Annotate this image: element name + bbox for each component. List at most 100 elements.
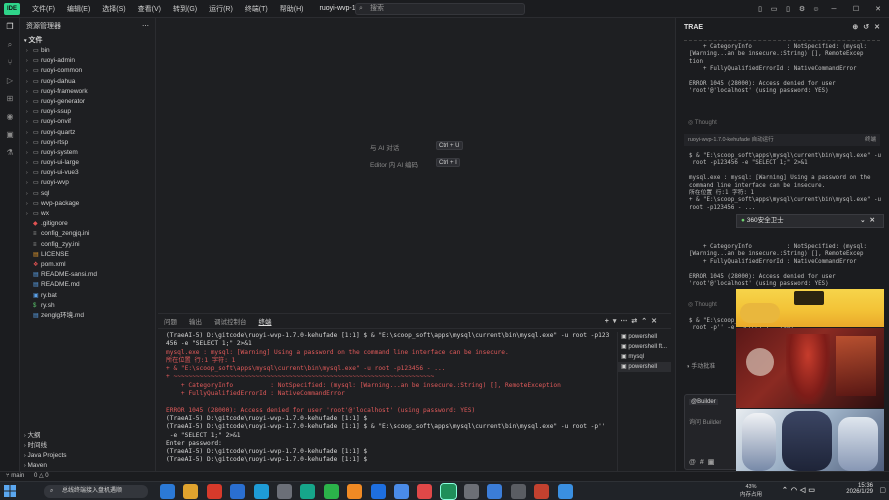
folder-item[interactable]: › ▭ ruoyi-wvp (20, 178, 155, 188)
outline-section[interactable]: › 大纲 (20, 431, 156, 441)
game-ad-image[interactable] (736, 328, 884, 408)
toggle-panel-icon[interactable]: ▭ (767, 5, 781, 13)
run-debug-icon[interactable]: ▷ (0, 72, 20, 90)
explorer-icon[interactable]: ❐ (0, 18, 20, 36)
new-terminal-icon[interactable]: + (605, 318, 613, 325)
builder-chip[interactable]: @Builder (689, 399, 718, 405)
toggle-sidebar-icon[interactable]: ▯ (753, 5, 767, 13)
folder-item[interactable]: › ▭ ruoyi-ssup (20, 107, 155, 117)
tab-terminal[interactable]: 终端 (253, 316, 278, 326)
windows-start-icon[interactable] (4, 485, 16, 497)
tab-output[interactable]: 输出 (183, 316, 208, 326)
app-icon[interactable] (230, 484, 246, 499)
file-item[interactable]: $ ry.sh (20, 301, 155, 311)
file-item[interactable]: ≡ config_zengjq.ini (20, 229, 155, 239)
thought-label[interactable]: ◎ Thought (688, 119, 717, 126)
anime-ad-image[interactable] (736, 409, 884, 475)
command-search[interactable]: ⌕ 搜索 (355, 3, 525, 15)
tab-problems[interactable]: 问题 (158, 316, 183, 326)
app-icon[interactable] (370, 484, 386, 499)
close-icon[interactable]: ✕ (870, 217, 879, 224)
file-item[interactable]: ▤ LICENSE (20, 250, 155, 260)
app-icon[interactable] (464, 484, 480, 499)
folder-item[interactable]: › ▭ wx (20, 209, 155, 219)
java-projects-section[interactable]: › Java Projects (20, 451, 156, 461)
folder-item[interactable]: › ▭ ruoyi-onvif (20, 117, 155, 127)
app-icon[interactable] (393, 484, 409, 499)
history-icon[interactable]: ↺ (863, 24, 874, 31)
more-icon[interactable]: ⋯ (142, 18, 149, 36)
image-icon[interactable]: ▣ (708, 459, 719, 466)
folder-item[interactable]: › ▭ ruoyi-admin (20, 56, 155, 66)
battery-icon[interactable]: ▭ (808, 487, 818, 494)
problems-indicator[interactable]: 0 △ 0 (26, 473, 49, 479)
branch-icon[interactable]: ⑂ (0, 473, 10, 479)
chevron-down-icon[interactable]: ⌄ (860, 217, 869, 224)
notification-icon[interactable]: ▢ (879, 486, 886, 494)
new-chat-icon[interactable]: ⊕ (852, 24, 863, 31)
folder-item[interactable]: › ▭ wvp-package (20, 199, 155, 209)
maven-section[interactable]: › Maven (20, 461, 156, 471)
folder-item[interactable]: › ▭ ruoyi-quartz (20, 128, 155, 138)
menu-run[interactable]: 运行(R) (203, 4, 239, 14)
folder-item[interactable]: › ▭ sql (20, 189, 155, 199)
menu-file[interactable]: 文件(F) (26, 4, 61, 14)
app-icon[interactable] (183, 484, 199, 499)
app-icon[interactable] (253, 484, 269, 499)
app-icon[interactable] (417, 484, 433, 499)
clock[interactable]: 15:36 2026/1/29 (846, 483, 873, 495)
terminal-item[interactable]: ▣ mysql (618, 352, 671, 362)
testing-icon[interactable]: ⚗ (0, 144, 20, 162)
folder-item[interactable]: › ▭ ruoyi-common (20, 66, 155, 76)
source-control-icon[interactable]: ⑂ (0, 54, 20, 72)
taskbar-search[interactable]: ⌕ 总线终端接入盘机遇顺 (44, 485, 148, 498)
folder-item[interactable]: › ▭ ruoyi-dahua (20, 77, 155, 87)
hash-icon[interactable]: # (700, 459, 708, 466)
close-panel-icon[interactable]: ✕ (651, 318, 661, 325)
thought-label[interactable]: ◎ Thought (688, 301, 717, 308)
remote-icon[interactable]: ▣ (0, 126, 20, 144)
at-icon[interactable]: @ (689, 459, 700, 466)
close-icon[interactable]: ✕ (874, 24, 885, 31)
timeline-section[interactable]: › 时间线 (20, 441, 156, 451)
maximize-button[interactable]: ☐ (845, 5, 867, 13)
extensions-icon[interactable]: ⊞ (0, 90, 20, 108)
menu-select[interactable]: 选择(S) (96, 4, 131, 14)
app-icon[interactable] (510, 484, 526, 499)
editor-area[interactable]: 与 AI 对话 Ctrl + U Editor 内 AI 编码 Ctrl + I (158, 18, 671, 311)
app-icon[interactable] (347, 484, 363, 499)
wifi-icon[interactable]: ◠ (791, 487, 800, 494)
file-item[interactable]: ▣ ry.bat (20, 291, 155, 301)
folder-item[interactable]: › ▭ ruoyi-framework (20, 87, 155, 97)
folder-item[interactable]: › ▭ ruoyi-generator (20, 97, 155, 107)
file-item[interactable]: ◆ .gitignore (20, 219, 155, 229)
terminal-item[interactable]: ▣ powershell ft... (618, 342, 671, 352)
app-icon[interactable] (557, 484, 573, 499)
settings-icon[interactable]: ⚙ (795, 5, 809, 13)
app-icon[interactable] (300, 484, 316, 499)
minimize-button[interactable]: ─ (823, 6, 845, 13)
ad-banner-image[interactable] (736, 289, 884, 327)
chat-input[interactable]: @Builder 询问 Builder @#▣ (684, 394, 740, 470)
file-item[interactable]: ▤ README-sansi.md (20, 270, 155, 280)
memory-indicator[interactable]: 43% 内存占用 (740, 483, 762, 499)
file-item[interactable]: ≡ config_zyy.ini (20, 240, 155, 250)
menu-edit[interactable]: 编辑(E) (61, 4, 96, 14)
branch-label[interactable]: main (11, 473, 24, 479)
chevron-up-icon[interactable]: ⌃ (782, 487, 791, 494)
open-terminal-link[interactable]: 终端 (865, 134, 876, 146)
database-icon[interactable]: ◉ (0, 108, 20, 126)
terminal-item[interactable]: ▣ powershell (618, 362, 671, 372)
maximize-panel-icon[interactable]: ⌃ (641, 318, 651, 325)
app-icon[interactable] (487, 484, 503, 499)
menu-goto[interactable]: 转到(G) (167, 4, 203, 14)
app-icon[interactable] (276, 484, 292, 499)
terminal-output[interactable]: (TraeAI-5) D:\gitcode\ruoyi-wvp-1.7.0-ke… (166, 332, 614, 465)
menu-help[interactable]: 帮助(H) (274, 4, 310, 14)
toggle-aux-icon[interactable]: ▯ (781, 5, 795, 13)
app-icon[interactable] (534, 484, 550, 499)
file-item[interactable]: ▤ README.md (20, 280, 155, 290)
app-icon[interactable] (206, 484, 222, 499)
more-icon[interactable]: ⋯ (620, 318, 631, 325)
folder-item[interactable]: › ▭ ruoyi-ui-large (20, 158, 155, 168)
